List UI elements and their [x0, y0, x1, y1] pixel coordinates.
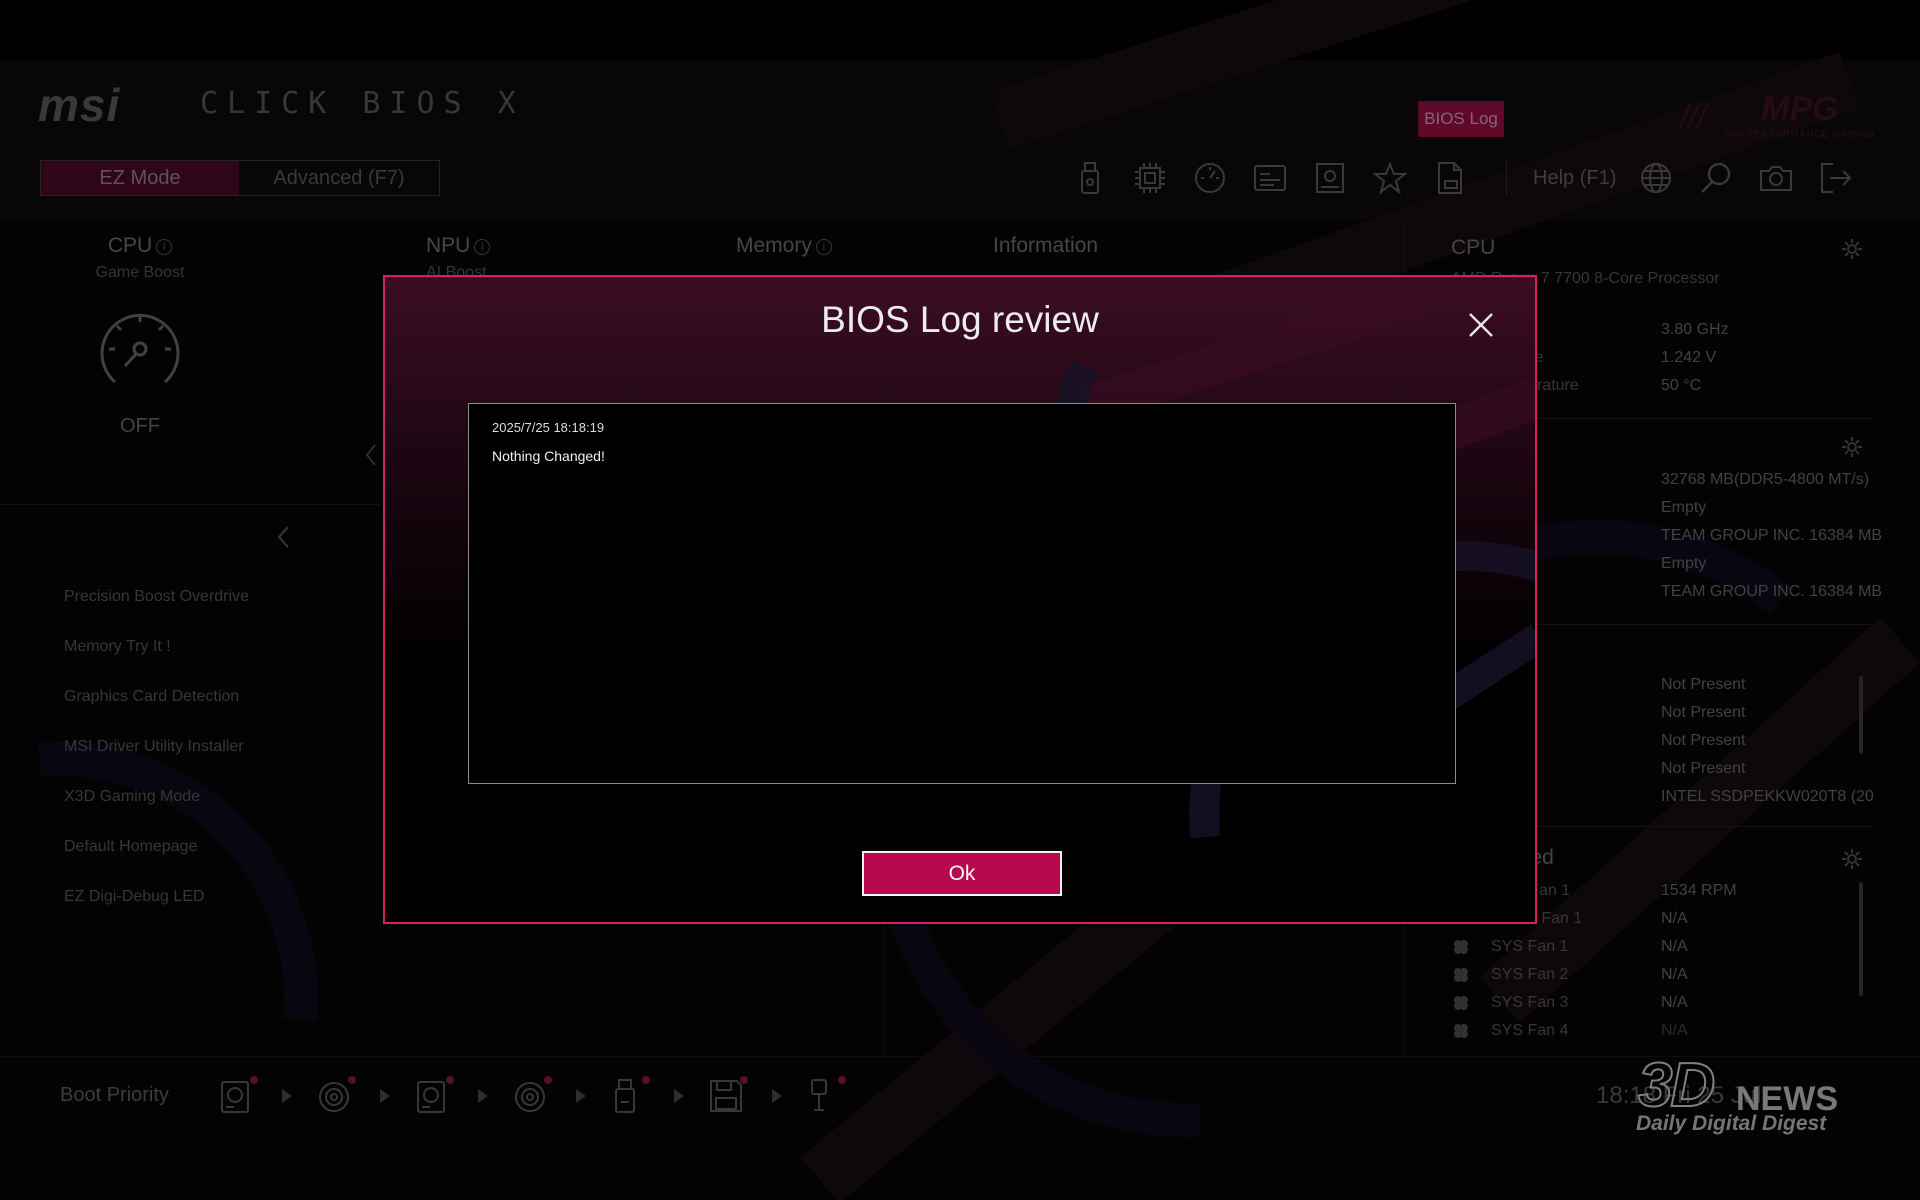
log-viewer[interactable]: 2025/7/25 18:18:19 Nothing Changed!	[468, 403, 1456, 784]
log-message: Nothing Changed!	[492, 448, 605, 464]
log-timestamp: 2025/7/25 18:18:19	[492, 420, 605, 435]
bios-log-dialog: BIOS Log review 2025/7/25 18:18:19 Nothi…	[383, 275, 1537, 924]
ok-button[interactable]: Ok	[862, 851, 1062, 896]
close-icon[interactable]	[1467, 311, 1495, 339]
dialog-title: BIOS Log review	[821, 299, 1099, 340]
